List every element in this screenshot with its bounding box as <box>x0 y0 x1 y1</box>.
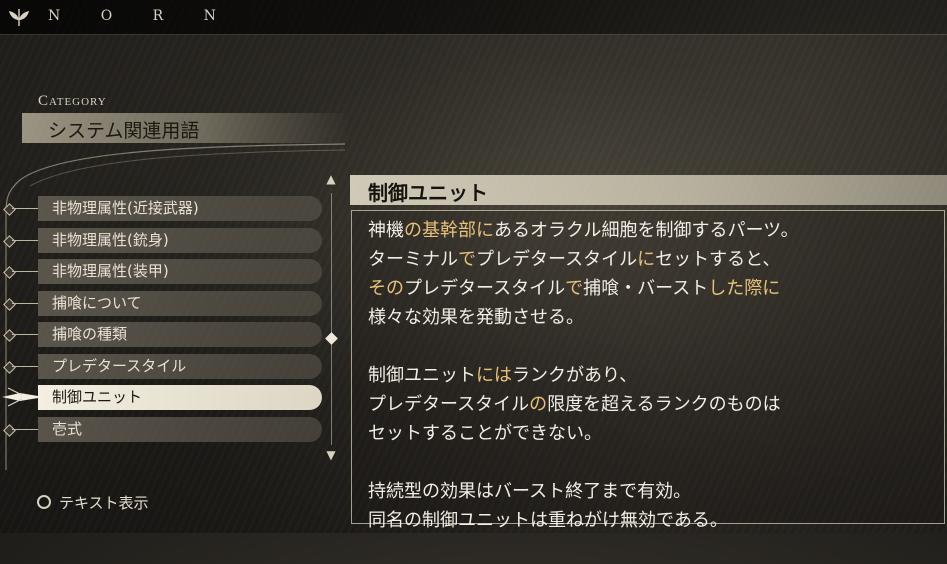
detail-text-segment: で <box>565 278 584 299</box>
detail-text-segment: 制御ユニット <box>368 365 476 386</box>
menu-item[interactable]: 非物理属性(装甲) <box>38 259 322 284</box>
detail-text-segment: ある <box>494 220 530 241</box>
detail-text-segment: 様々な効果を発動させる。 <box>368 307 584 328</box>
detail-text-segment: には <box>476 365 512 386</box>
detail-text-segment: 持続型の効果は <box>368 481 494 502</box>
detail-text-segment: 終了まで有効。 <box>565 481 692 502</box>
detail-text-segment: の <box>529 394 548 415</box>
category-title: システム関連用語 <box>48 120 200 142</box>
menu-item[interactable]: 捕喰の種類 <box>38 322 322 347</box>
detail-text-segment: プレデタースタイル <box>368 394 530 415</box>
detail-text-segment: 限度を超えるランクのものは <box>547 394 781 415</box>
menu-connector <box>12 302 38 304</box>
scrollbar-track[interactable] <box>331 193 332 445</box>
detail-title: 制御ユニット <box>368 181 488 205</box>
menu-item[interactable]: 制御ユニット <box>38 385 322 410</box>
detail-text-segment: で <box>458 249 476 270</box>
menu-item[interactable]: 非物理属性(銃身) <box>38 227 322 253</box>
menu-connector <box>12 208 38 209</box>
menu-connector <box>12 271 38 272</box>
detail-text-segment: の基幹部に <box>404 220 494 241</box>
menu-item[interactable]: プレデタースタイル <box>38 353 322 379</box>
scroll-up-icon[interactable]: ▲ <box>323 172 339 186</box>
detail-text-segment: 制御ユニット <box>422 510 530 531</box>
detail-text-segment: 神機 <box>368 220 404 241</box>
detail-text-segment: バースト <box>494 481 566 502</box>
detail-text-segment: した際に <box>708 278 781 299</box>
detail-text-segment: プレデタースタイル <box>404 278 566 299</box>
brand-title: N O R N <box>48 8 234 24</box>
menu-diamond-icon <box>3 329 16 342</box>
menu-diamond-icon <box>3 266 16 279</box>
circle-button-icon[interactable] <box>37 495 51 509</box>
detail-text-segment: 同名の <box>368 510 422 531</box>
menu-diamond-icon <box>3 234 16 248</box>
menu-diamond-icon <box>3 423 16 437</box>
detail-text: 神機の基幹部にあるオラクル細胞を制御するパーツ。 ターミナルでプレデタースタイルに… <box>368 216 938 564</box>
menu-connector <box>12 239 38 241</box>
menu-connector <box>12 334 38 335</box>
menu-diamond-icon <box>3 297 16 311</box>
scrollbar-thumb[interactable] <box>325 332 338 345</box>
detail-text-segment: セットすると、 <box>655 249 781 270</box>
detail-text-segment: 捕喰・バースト <box>583 278 709 299</box>
menu-diamond-icon <box>3 360 16 374</box>
category-label: Category <box>38 93 107 109</box>
top-bar: N O R N <box>0 0 947 35</box>
detail-text-segment: その <box>368 278 404 299</box>
menu-diamond-icon <box>3 203 16 216</box>
menu-item[interactable]: 捕喰について <box>38 290 322 316</box>
menu-connector <box>12 365 38 367</box>
menu-item[interactable]: 壱式 <box>38 416 322 442</box>
menu-connector <box>12 428 38 430</box>
selection-spark-icon <box>2 387 44 407</box>
text-display-hint[interactable]: テキスト表示 <box>59 492 149 513</box>
detail-paragraph: 制御ユニットにはランクがあり、プレデタースタイルの限度を超えるランクのものはセッ… <box>368 361 938 448</box>
detail-text-segment: オラクル細胞 <box>530 220 638 241</box>
detail-text-segment: ランクがあり、 <box>512 365 638 386</box>
detail-text-segment: プレデタースタイル <box>476 249 638 270</box>
detail-paragraph: 持続型の効果はバースト終了まで有効。同名の制御ユニットは重ねがけ無効である。 <box>368 477 938 535</box>
detail-text-segment: に <box>637 249 656 270</box>
scroll-down-icon[interactable]: ▼ <box>323 448 339 462</box>
detail-text-segment: ターミナル <box>368 249 458 270</box>
menu-item[interactable]: 非物理属性(近接武器) <box>38 196 322 221</box>
detail-text-segment: を制御するパーツ。 <box>637 220 799 241</box>
detail-text-segment: は重ねがけ無効である。 <box>530 510 728 531</box>
detail-text-segment: セットすることができない。 <box>368 423 602 444</box>
leaf-emblem-icon <box>9 9 29 27</box>
detail-paragraph: 神機の基幹部にあるオラクル細胞を制御するパーツ。 ターミナルでプレデタースタイルに… <box>368 216 938 332</box>
